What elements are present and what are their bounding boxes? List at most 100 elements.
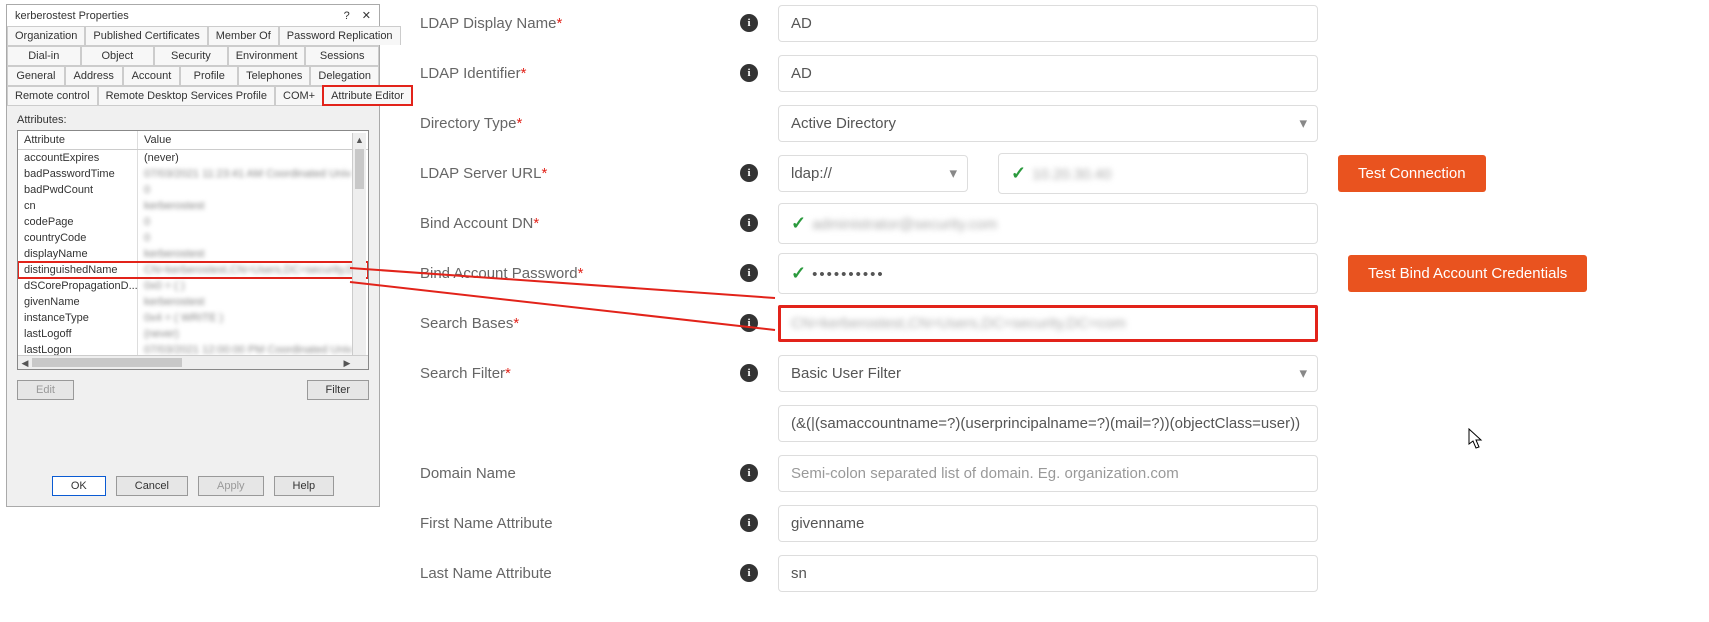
- attr-value: 0: [138, 182, 368, 198]
- tab-delegation[interactable]: Delegation: [310, 66, 379, 85]
- ldap-config-form: LDAP Display Name* i AD LDAP Identifier*…: [420, 0, 1689, 600]
- attr-value: 0x0 = ( ): [138, 278, 368, 294]
- tab-account[interactable]: Account: [123, 66, 181, 85]
- domain-input[interactable]: Semi-colon separated list of domain. Eg.…: [778, 455, 1318, 492]
- apply-button[interactable]: Apply: [198, 476, 264, 496]
- table-row[interactable]: givenNamekerberostest: [18, 294, 368, 310]
- info-icon[interactable]: i: [740, 364, 758, 382]
- ldap-id-input[interactable]: AD: [778, 55, 1318, 92]
- attributes-label: Attributes:: [17, 114, 369, 126]
- attr-value: 07/03/2021 11:23:41 AM Coordinated Univ: [138, 166, 368, 182]
- table-row[interactable]: distinguishedNameCN=kerberostest,CN=User…: [18, 262, 368, 278]
- help-icon[interactable]: ?: [344, 10, 350, 22]
- attr-name: distinguishedName: [18, 262, 138, 278]
- last-name-input[interactable]: sn: [778, 555, 1318, 592]
- tab-organization[interactable]: Organization: [7, 26, 85, 45]
- info-icon[interactable]: i: [740, 264, 758, 282]
- bind-pw-input[interactable]: ✓••••••••••: [778, 253, 1318, 294]
- close-icon[interactable]: ✕: [362, 9, 371, 22]
- tab-security[interactable]: Security: [154, 46, 228, 65]
- tab-object[interactable]: Object: [81, 46, 155, 65]
- attr-value: kerberostest: [138, 294, 368, 310]
- properties-dialog: kerberostest Properties ? ✕ Organization…: [6, 4, 380, 507]
- scroll-right-icon[interactable]: ▶: [340, 356, 354, 370]
- hscroll-thumb[interactable]: [32, 358, 182, 367]
- tab-general[interactable]: General: [7, 66, 65, 85]
- test-connection-button[interactable]: Test Connection: [1338, 155, 1486, 192]
- horizontal-scrollbar[interactable]: ◀ ▶: [18, 355, 368, 369]
- table-row[interactable]: badPwdCount0: [18, 182, 368, 198]
- ldap-id-label: LDAP Identifier: [420, 65, 521, 82]
- bind-pw-label: Bind Account Password: [420, 265, 578, 282]
- ldap-display-input[interactable]: AD: [778, 5, 1318, 42]
- attr-value: (never): [138, 326, 368, 342]
- attr-name: givenName: [18, 294, 138, 310]
- attr-value: 0x4 = ( WRITE ): [138, 310, 368, 326]
- first-name-input[interactable]: givenname: [778, 505, 1318, 542]
- info-icon[interactable]: i: [740, 64, 758, 82]
- test-bind-button[interactable]: Test Bind Account Credentials: [1348, 255, 1587, 292]
- attr-name: badPwdCount: [18, 182, 138, 198]
- info-icon[interactable]: i: [740, 464, 758, 482]
- attr-name: displayName: [18, 246, 138, 262]
- tab-attribute-editor[interactable]: Attribute Editor: [323, 86, 412, 105]
- col-attribute[interactable]: Attribute: [18, 131, 138, 149]
- cancel-button[interactable]: Cancel: [116, 476, 188, 496]
- help-button[interactable]: Help: [274, 476, 335, 496]
- info-icon[interactable]: i: [740, 564, 758, 582]
- table-row[interactable]: displayNamekerberostest: [18, 246, 368, 262]
- table-row[interactable]: badPasswordTime07/03/2021 11:23:41 AM Co…: [18, 166, 368, 182]
- scroll-thumb[interactable]: [355, 149, 364, 189]
- filter-button[interactable]: Filter: [307, 380, 369, 400]
- info-icon[interactable]: i: [740, 14, 758, 32]
- dir-type-select[interactable]: Active Directory: [778, 105, 1318, 142]
- search-filter-select[interactable]: Basic User Filter: [778, 355, 1318, 392]
- tab-profile[interactable]: Profile: [180, 66, 238, 85]
- mouse-cursor-icon: [1468, 428, 1484, 455]
- table-row[interactable]: instanceType0x4 = ( WRITE ): [18, 310, 368, 326]
- attr-value: CN=kerberostest,CN=Users,DC=security,DC=…: [138, 262, 368, 278]
- checkmark-icon: ✓: [1011, 163, 1026, 183]
- col-value[interactable]: Value: [138, 131, 368, 149]
- tab-telephones[interactable]: Telephones: [238, 66, 310, 85]
- tab-environment[interactable]: Environment: [228, 46, 306, 65]
- edit-button[interactable]: Edit: [17, 380, 74, 400]
- vertical-scrollbar[interactable]: ▲ ▼: [352, 133, 366, 367]
- filter-string: (&(|(samaccountname=?)(userprincipalname…: [778, 405, 1318, 442]
- tab-remote-desktop-services-profile[interactable]: Remote Desktop Services Profile: [98, 86, 275, 105]
- tab-dial-in[interactable]: Dial-in: [7, 46, 81, 65]
- tab-com+[interactable]: COM+: [275, 86, 323, 105]
- tab-published-certificates[interactable]: Published Certificates: [85, 26, 207, 45]
- attr-name: codePage: [18, 214, 138, 230]
- tab-remote-control[interactable]: Remote control: [7, 86, 98, 105]
- url-scheme-select[interactable]: ldap://: [778, 155, 968, 192]
- dialog-titlebar: kerberostest Properties ? ✕: [7, 5, 379, 26]
- table-row[interactable]: accountExpires(never): [18, 150, 368, 166]
- server-host-input[interactable]: ✓10.20.30.40: [998, 153, 1308, 194]
- info-icon[interactable]: i: [740, 514, 758, 532]
- table-row[interactable]: countryCode0: [18, 230, 368, 246]
- table-row[interactable]: codePage0: [18, 214, 368, 230]
- info-icon[interactable]: i: [740, 214, 758, 232]
- search-bases-input[interactable]: CN=kerberostest,CN=Users,DC=security,DC=…: [778, 305, 1318, 342]
- table-row[interactable]: dSCorePropagationD...0x0 = ( ): [18, 278, 368, 294]
- tab-address[interactable]: Address: [65, 66, 123, 85]
- info-icon[interactable]: i: [740, 314, 758, 332]
- dir-type-label: Directory Type: [420, 115, 516, 132]
- tab-member-of[interactable]: Member Of: [208, 26, 279, 45]
- scroll-up-icon[interactable]: ▲: [353, 133, 366, 147]
- attr-name: badPasswordTime: [18, 166, 138, 182]
- tab-password-replication[interactable]: Password Replication: [279, 26, 401, 45]
- info-icon[interactable]: i: [740, 164, 758, 182]
- table-row[interactable]: lastLogoff(never): [18, 326, 368, 342]
- table-row[interactable]: cnkerberostest: [18, 198, 368, 214]
- ok-button[interactable]: OK: [52, 476, 106, 496]
- bind-dn-input[interactable]: ✓administrator@security.com: [778, 203, 1318, 244]
- server-url-label: LDAP Server URL: [420, 165, 541, 182]
- bind-dn-label: Bind Account DN: [420, 215, 533, 232]
- attr-value: kerberostest: [138, 198, 368, 214]
- attr-value: kerberostest: [138, 246, 368, 262]
- scroll-left-icon[interactable]: ◀: [18, 356, 32, 370]
- dialog-title-text: kerberostest Properties: [15, 10, 129, 22]
- tab-sessions[interactable]: Sessions: [305, 46, 379, 65]
